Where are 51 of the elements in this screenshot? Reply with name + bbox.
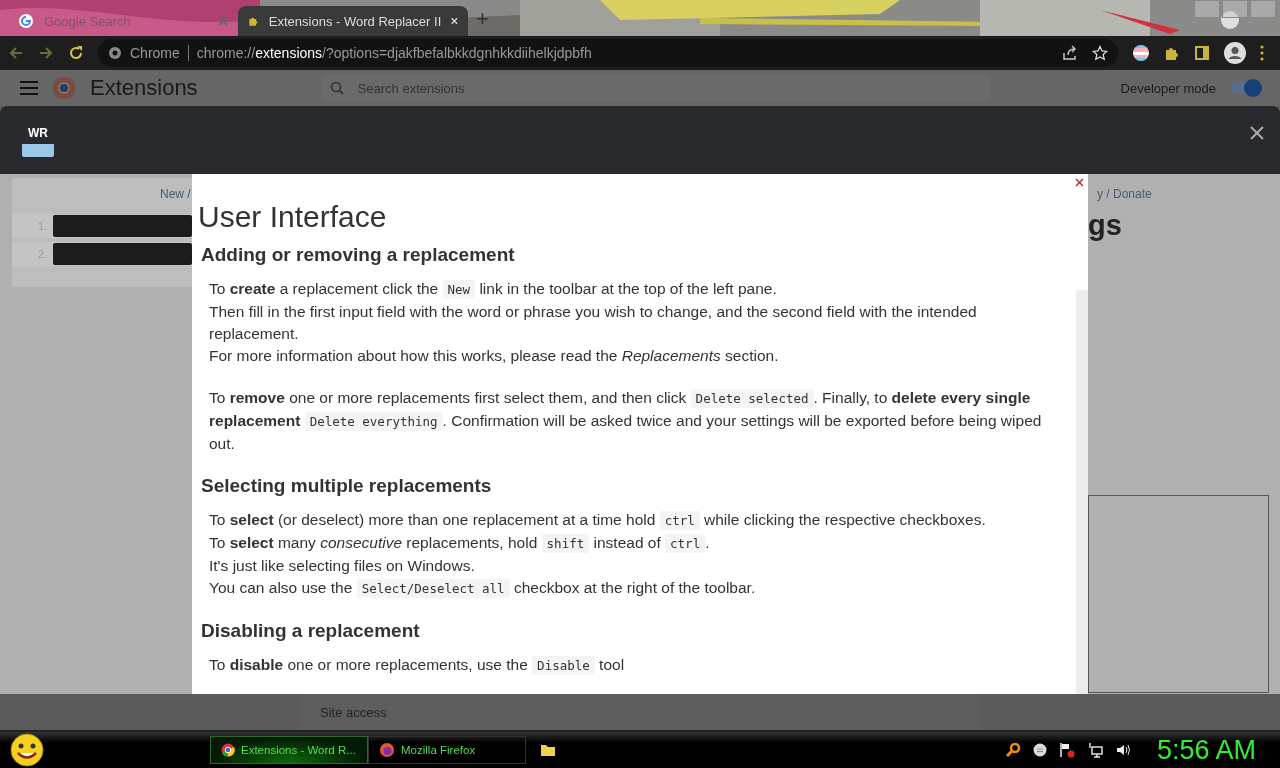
clock: 5:56 AM (1156, 734, 1256, 766)
page-heading: gs (1088, 209, 1122, 242)
toggle-switch[interactable] (1230, 82, 1260, 94)
help-text: To disable one or more replacements, use the Disable tool (209, 655, 626, 677)
address-bar[interactable]: Chrome chrome://extensions/?options=djakfbefalbkkdgnhkkdiihelkjdpbfh (98, 39, 1118, 67)
site-label: Chrome (130, 45, 180, 61)
star-icon[interactable] (1092, 45, 1108, 61)
chrome-icon (52, 76, 76, 100)
input-field[interactable] (53, 243, 192, 265)
dialog-title: User Interface (198, 200, 388, 234)
network-icon[interactable] (1086, 742, 1103, 758)
text-area[interactable] (1088, 495, 1269, 693)
toolbar-link[interactable]: New / (160, 187, 191, 201)
help-text: To create a replacement click the New link in the toolbar at the top of the left pane. Then fill in the first input field with the word or phrase you wish to change, and the second field with the intended replacement. For more information about how this works, please read the Replacements section. (209, 279, 978, 366)
toggle-label: Developer mode (1120, 80, 1216, 96)
page-title: Extensions (90, 75, 198, 101)
google-icon (18, 13, 34, 29)
back-icon[interactable] (8, 45, 24, 61)
flag-icon[interactable] (1058, 742, 1075, 758)
input-field[interactable] (53, 215, 192, 237)
menu-icon[interactable] (1260, 45, 1264, 61)
section-heading: Adding or removing a replacement (201, 244, 516, 266)
firefox-icon (379, 742, 395, 758)
reload-icon[interactable] (68, 45, 84, 61)
chrome-icon (221, 743, 235, 757)
taskbar-button[interactable]: Mozilla Firefox (368, 736, 526, 764)
search-icon (329, 81, 344, 95)
header-links[interactable]: y / Donate (1097, 187, 1152, 201)
chrome-icon (108, 46, 122, 60)
browser-tab[interactable]: Extensions - Word Replacer II (238, 6, 468, 36)
side-panel-icon[interactable] (1194, 45, 1210, 61)
section-heading: Disabling a replacement (201, 620, 421, 642)
scrollbar[interactable] (1076, 290, 1088, 694)
smiley-icon[interactable] (8, 733, 46, 767)
url-text: chrome://extensions/?options=djakfbefalbkkdgnhkkdiihelkjdpbfh (196, 45, 592, 61)
volume-icon[interactable] (1114, 742, 1131, 758)
taskbar-button[interactable]: Extensions - Word R... (210, 736, 368, 764)
section-label: Site access (300, 694, 980, 730)
forward-icon[interactable] (38, 45, 54, 61)
section-heading: Selecting multiple replacements (201, 475, 493, 497)
face-icon[interactable] (1032, 743, 1047, 757)
flag-icon[interactable] (1132, 44, 1150, 62)
new-tab-button[interactable]: + (476, 6, 489, 32)
puzzle-icon[interactable] (1164, 45, 1180, 61)
search-icon[interactable] (1004, 742, 1021, 758)
share-icon[interactable] (1062, 45, 1078, 61)
profile-icon[interactable] (1224, 42, 1246, 64)
folder-icon (540, 743, 556, 757)
help-text: To select (or deselect) more than one replacement at a time hold ctrl while clicking the respective checkboxes. To select many consecutive replacements, hold shift instead of ctrl . It's just like selecting files on Windows. You can also use the Select/Deselect all checkbox at the right of the toolbar. (209, 510, 987, 600)
menu-icon[interactable] (20, 81, 38, 95)
help-text: To remove one or more replacements first select them, and then click Delete selected . Finally, to delete every single replacement Delete everything . Confirmation will be asked twice and your settings will be exported before being wiped out. (209, 388, 1043, 454)
